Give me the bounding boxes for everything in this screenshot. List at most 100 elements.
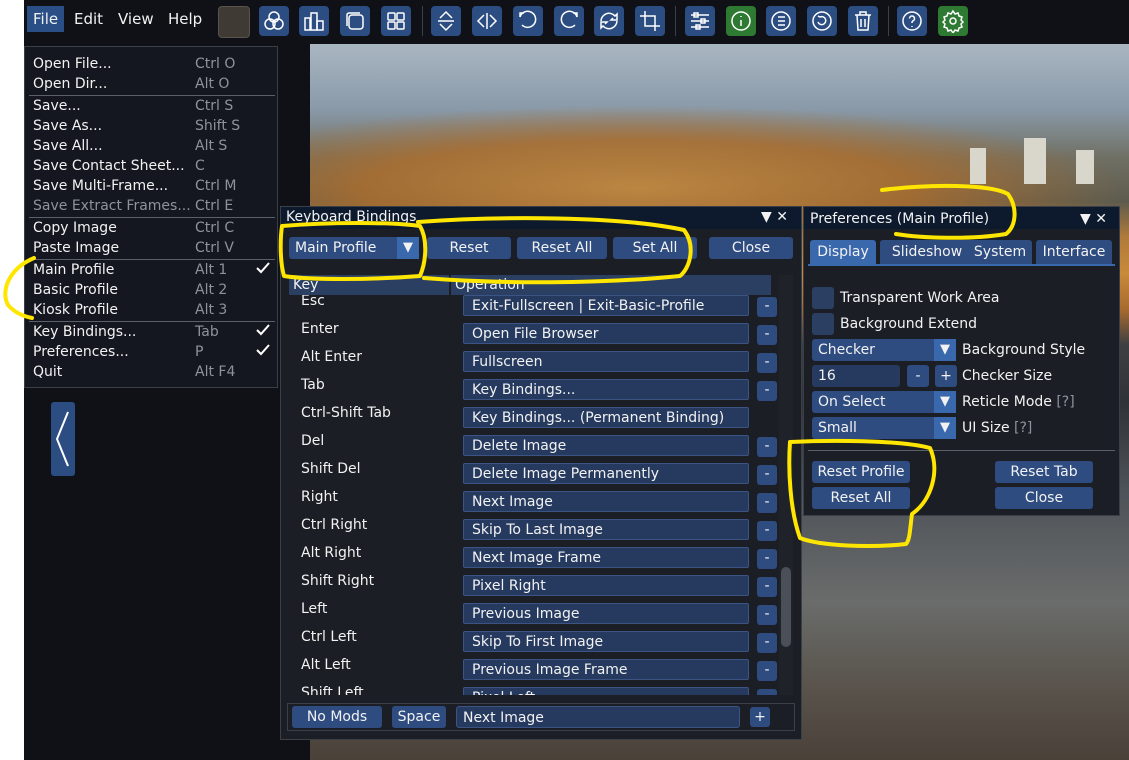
menu-help[interactable]: Help — [162, 6, 208, 32]
reset-button[interactable]: Reset — [427, 237, 511, 259]
remove-binding-button[interactable]: - — [757, 465, 777, 485]
menu-file[interactable]: File — [27, 6, 65, 32]
window-controls[interactable]: ▼ ✕ — [761, 207, 788, 227]
menu-item-quit[interactable]: Quit Alt F4 — [33, 362, 273, 382]
rotate-left-icon[interactable] — [513, 6, 543, 36]
menu-bar: File Edit View Help — [24, 0, 1129, 38]
menu-item-save-contact-sheet[interactable]: Save Contact Sheet... C — [33, 156, 273, 176]
tab-display[interactable]: Display — [810, 240, 876, 264]
remove-binding-button[interactable]: - — [757, 493, 777, 513]
menu-item-save[interactable]: Save... Ctrl S — [33, 96, 273, 116]
tab-slideshow[interactable]: Slideshow — [880, 240, 974, 264]
reset-tab-button[interactable]: Reset Tab — [995, 461, 1093, 483]
remove-binding-button[interactable]: - — [757, 381, 777, 401]
checker-size-increment[interactable]: + — [935, 365, 957, 387]
reticle-mode-help[interactable]: [?] — [1056, 394, 1074, 410]
menu-item-open-file[interactable]: Open File... Ctrl O — [33, 54, 273, 74]
ui-size-select[interactable]: Small ▼ — [812, 417, 956, 439]
remove-binding-button[interactable]: - — [757, 661, 777, 681]
checkmark-icon — [255, 342, 271, 364]
previous-panel-button[interactable] — [51, 402, 75, 476]
menu-edit[interactable]: Edit — [68, 6, 109, 32]
info-icon[interactable] — [726, 6, 756, 36]
table-row: Ctrl-Shift Tab Key Bindings... (Permanent… — [297, 403, 779, 431]
preferences-titlebar[interactable]: Preferences (Main Profile) ▼ ✕ — [804, 207, 1119, 229]
remove-binding-button[interactable]: - — [757, 353, 777, 373]
histogram-icon[interactable] — [299, 6, 329, 36]
menu-item-save-multi-frame[interactable]: Save Multi-Frame... Ctrl M — [33, 176, 273, 196]
grid-icon[interactable] — [381, 6, 411, 36]
menu-item-basic-profile[interactable]: Basic Profile Alt 2 — [33, 280, 273, 300]
checker-size-input[interactable]: 16 — [812, 365, 900, 387]
table-row: Del Delete Image - — [297, 431, 779, 459]
menu-item-save-all[interactable]: Save All... Alt S — [33, 136, 273, 156]
reset-all-button[interactable]: Reset All — [812, 487, 910, 509]
background-style-select[interactable]: Checker ▼ — [812, 339, 956, 361]
table-row: Tab Key Bindings... - — [297, 375, 779, 403]
help-icon[interactable] — [897, 6, 927, 36]
remove-binding-button[interactable]: - — [757, 577, 777, 597]
transparent-work-area-label: Transparent Work Area — [840, 290, 1000, 306]
crop-icon[interactable] — [635, 6, 665, 36]
adjustments-icon[interactable] — [685, 6, 715, 36]
preferences-window: Preferences (Main Profile) ▼ ✕ Display S… — [803, 206, 1120, 516]
transparent-work-area-checkbox[interactable] — [812, 287, 834, 309]
window-title: Preferences (Main Profile) — [810, 211, 990, 227]
refresh-icon[interactable] — [807, 6, 837, 36]
profile-select[interactable]: Main Profile ▼ — [289, 237, 419, 259]
table-row: Left Previous Image - — [297, 599, 779, 627]
trash-icon[interactable] — [848, 6, 878, 36]
menu-view[interactable]: View — [112, 6, 160, 32]
modifiers-button[interactable]: No Mods — [292, 706, 382, 728]
rotate-right-icon[interactable] — [554, 6, 584, 36]
remove-binding-button[interactable]: - — [757, 549, 777, 569]
reset-profile-button[interactable]: Reset Profile — [812, 461, 910, 483]
channels-icon[interactable] — [259, 6, 289, 36]
list-icon[interactable] — [766, 6, 796, 36]
remove-binding-button[interactable]: - — [757, 297, 777, 317]
set-all-button[interactable]: Set All — [613, 237, 697, 259]
checker-size-decrement[interactable]: - — [907, 365, 929, 387]
menu-item-copy-image[interactable]: Copy Image Ctrl C — [33, 218, 273, 238]
scrollbar-thumb[interactable] — [781, 567, 791, 647]
table-row: Right Next Image - — [297, 487, 779, 515]
close-button[interactable]: Close — [709, 237, 793, 259]
menu-item-paste-image[interactable]: Paste Image Ctrl V — [33, 238, 273, 258]
rotate-both-icon[interactable] — [594, 6, 624, 36]
menu-item-main-profile[interactable]: Main Profile Alt 1 — [33, 260, 273, 280]
background-extend-checkbox[interactable] — [812, 313, 834, 335]
window-controls[interactable]: ▼ ✕ — [1080, 209, 1107, 229]
menu-item-save-extract-frames: Save Extract Frames... Ctrl E — [33, 198, 234, 214]
ui-size-label: UI Size [?] — [962, 420, 1033, 436]
gear-icon[interactable] — [938, 6, 968, 36]
remove-binding-button[interactable]: - — [757, 437, 777, 457]
reset-all-button[interactable]: Reset All — [517, 237, 607, 259]
menu-item-kiosk-profile[interactable]: Kiosk Profile Alt 3 — [33, 300, 273, 320]
checkmark-icon — [255, 260, 271, 282]
menu-item-key-bindings[interactable]: Key Bindings... Tab — [33, 322, 273, 342]
remove-binding-button[interactable]: - — [757, 521, 777, 541]
key-capture-button[interactable]: Space — [392, 706, 446, 728]
menu-item-open-dir[interactable]: Open Dir... Alt O — [33, 74, 273, 94]
remove-binding-button[interactable]: - — [757, 325, 777, 345]
flip-vertical-icon[interactable] — [431, 6, 461, 36]
chevron-left-icon — [55, 411, 69, 467]
close-button[interactable]: Close — [995, 487, 1093, 509]
keyboard-bindings-titlebar[interactable]: Keyboard Bindings ▼ ✕ — [281, 207, 801, 229]
dropdown-arrow-icon: ▼ — [934, 391, 956, 413]
tab-system[interactable]: System — [968, 240, 1032, 264]
ui-size-help[interactable]: [?] — [1014, 420, 1032, 436]
window-icon[interactable] — [340, 6, 370, 36]
background-extend-label: Background Extend — [840, 316, 977, 332]
reticle-mode-select[interactable]: On Select ▼ — [812, 391, 956, 413]
menu-item-save-as[interactable]: Save As... Shift S — [33, 116, 273, 136]
color-swatch-icon[interactable] — [218, 6, 250, 38]
add-binding-button[interactable]: + — [750, 707, 770, 727]
operation-select[interactable]: Next Image — [456, 706, 740, 728]
flip-horizontal-icon[interactable] — [472, 6, 502, 36]
remove-binding-button[interactable]: - — [757, 689, 777, 695]
remove-binding-button[interactable]: - — [757, 605, 777, 625]
tab-interface[interactable]: Interface — [1036, 240, 1112, 264]
remove-binding-button[interactable]: - — [757, 633, 777, 653]
menu-item-preferences[interactable]: Preferences... P — [33, 342, 273, 362]
